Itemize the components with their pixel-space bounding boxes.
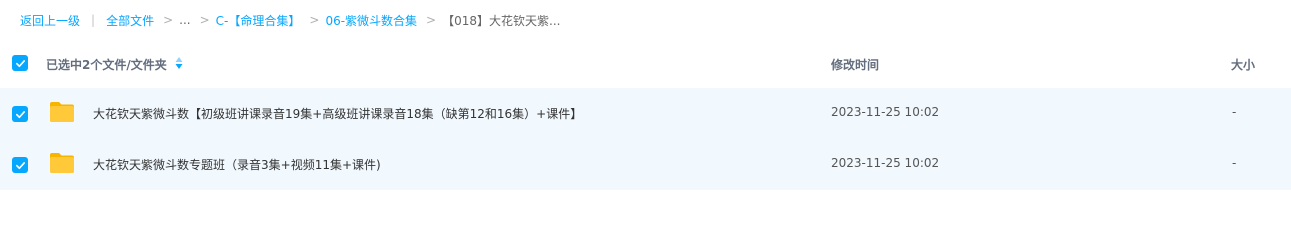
chevron-right-icon: > [199, 13, 210, 27]
chevron-right-icon: > [426, 13, 437, 27]
file-name[interactable]: 大花钦天紫微斗数【初级班讲课录音19集+高级班讲课录音18集（缺第12和16集）… [93, 105, 582, 122]
file-size: - [1232, 156, 1237, 170]
file-size: - [1232, 105, 1237, 119]
row-checkbox[interactable] [12, 157, 28, 173]
check-icon [15, 110, 25, 118]
check-icon [15, 59, 25, 67]
folder-icon [50, 153, 74, 173]
chevron-right-icon: > [163, 13, 174, 27]
file-modified-time: 2023-11-25 10:02 [831, 156, 940, 170]
file-row[interactable]: 大花钦天紫微斗数【初级班讲课录音19集+高级班讲课录音18集（缺第12和16集）… [0, 88, 1291, 139]
breadcrumb-current: 【018】大花钦天紫... [442, 13, 561, 28]
all-files-link[interactable]: 全部文件 [106, 12, 154, 29]
breadcrumb-divider: | [91, 13, 96, 27]
modified-time-column-header[interactable]: 修改时间 [831, 56, 879, 73]
file-name[interactable]: 大花钦天紫微斗数专题班（录音3集+视频11集+课件) [93, 156, 381, 173]
chevron-right-icon: > [309, 13, 320, 27]
row-checkbox[interactable] [12, 106, 28, 122]
file-row[interactable]: 大花钦天紫微斗数专题班（录音3集+视频11集+课件) 2023-11-25 10… [0, 139, 1291, 190]
folder-icon [50, 102, 74, 122]
selected-count-label: 已选中2个文件/文件夹 [46, 58, 167, 72]
breadcrumb-ellipsis[interactable]: ... [179, 13, 190, 27]
select-all-checkbox[interactable] [12, 55, 28, 71]
breadcrumb-item-mingli[interactable]: C-【命理合集】 [216, 12, 301, 29]
breadcrumb: 返回上一级 | 全部文件 > ... > C-【命理合集】 > 06-紫微斗数合… [20, 11, 560, 29]
file-list-header: 已选中2个文件/文件夹 修改时间 大小 [0, 44, 1291, 84]
file-modified-time: 2023-11-25 10:02 [831, 105, 940, 119]
breadcrumb-item-ziwei[interactable]: 06-紫微斗数合集 [325, 12, 417, 29]
size-column-header[interactable]: 大小 [1231, 56, 1255, 73]
check-icon [15, 161, 25, 169]
sort-icon[interactable] [175, 56, 183, 70]
back-link[interactable]: 返回上一级 [20, 12, 80, 29]
